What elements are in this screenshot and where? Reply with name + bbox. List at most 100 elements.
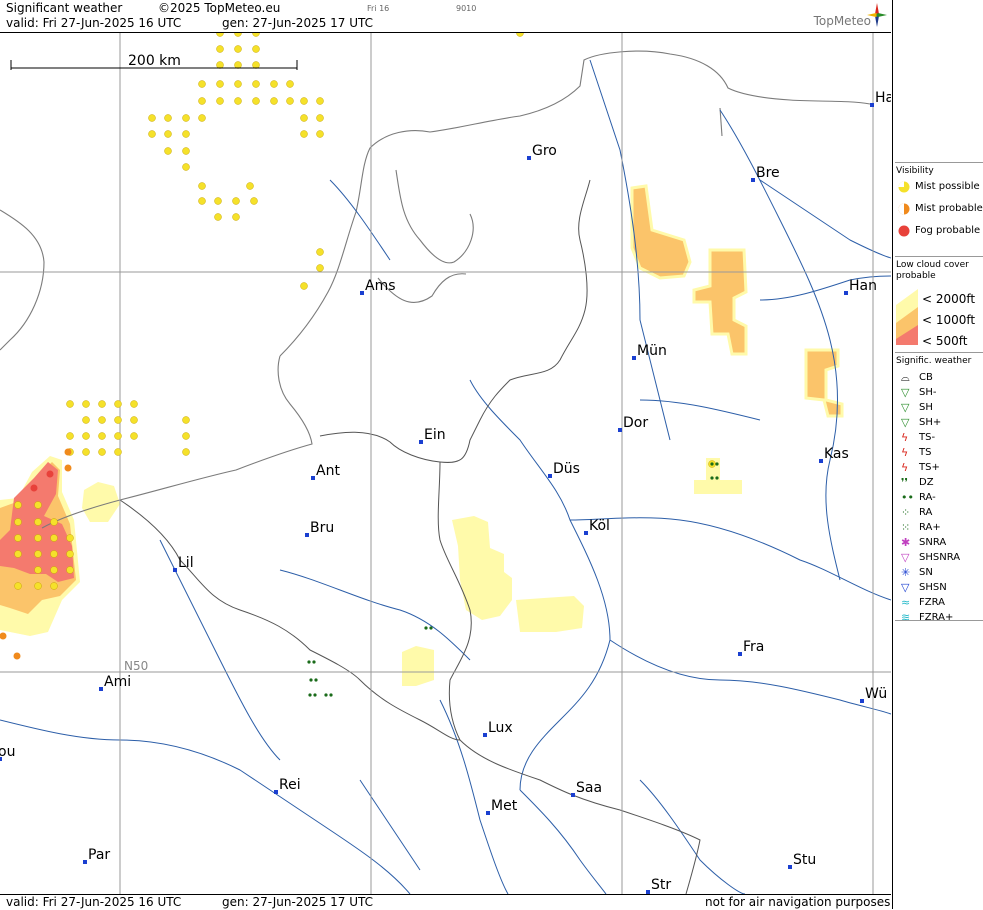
city-marker: ou bbox=[0, 744, 15, 761]
legend-item-weather: ϟ TS+ bbox=[901, 461, 940, 474]
visibility-legend-title: Visibility bbox=[896, 166, 934, 176]
mist-dot bbox=[234, 97, 242, 105]
graticule bbox=[0, 33, 891, 894]
mist-dot bbox=[516, 33, 524, 37]
city-marker: Par bbox=[83, 847, 110, 864]
city-dot bbox=[173, 568, 177, 572]
mist-dot bbox=[82, 416, 90, 424]
map-canvas: N50 200 km Gro Bre Ha Ams Han Mün Dor Ein Ant Düs… bbox=[0, 33, 891, 894]
map-footer: valid: Fri 27-Jun-2025 16 UTC gen: 27-Ju… bbox=[0, 894, 891, 910]
mist-dot bbox=[252, 33, 260, 37]
weather-map[interactable]: N50 200 km Gro Bre Ha Ams Han Mün Dor Ein Ant Düs… bbox=[0, 33, 891, 894]
mist-possible-icon bbox=[898, 181, 910, 193]
city-marker: Wü bbox=[860, 686, 887, 703]
mist-dot bbox=[34, 534, 42, 542]
frame-label: Fri 16 bbox=[367, 4, 390, 13]
compass-logo-icon bbox=[867, 3, 887, 27]
legend-item-mist-probable: Mist probable bbox=[895, 201, 983, 217]
mist-dot bbox=[198, 197, 206, 205]
mist-dot bbox=[130, 416, 138, 424]
mist-dot bbox=[182, 130, 190, 138]
city-label: Wü bbox=[865, 686, 887, 702]
city-dot bbox=[311, 476, 315, 480]
mist-dot bbox=[34, 550, 42, 558]
city-label: Stu bbox=[793, 852, 816, 868]
city-dot bbox=[819, 459, 823, 463]
mist-dot bbox=[50, 518, 58, 526]
mist-dot bbox=[114, 432, 122, 440]
freezing-rain-icon: ≈ bbox=[901, 596, 911, 609]
city-label: Fra bbox=[743, 639, 764, 655]
legend-item-weather: ⁘ RA bbox=[901, 506, 933, 519]
cb-icon: ⌓ bbox=[901, 371, 910, 384]
mist-dot bbox=[216, 97, 224, 105]
city-dot bbox=[419, 440, 423, 444]
mist-dot bbox=[182, 432, 190, 440]
mist-dot bbox=[130, 432, 138, 440]
city-label: Ami bbox=[104, 674, 131, 690]
city-label: Köl bbox=[589, 518, 610, 534]
city-dot bbox=[99, 687, 103, 691]
mist-dot bbox=[252, 61, 260, 69]
mist-dot bbox=[164, 147, 172, 155]
footer-generated-time: gen: 27-Jun-2025 17 UTC bbox=[222, 895, 374, 909]
thunder-heavy-icon: ϟ bbox=[901, 461, 909, 474]
city-marker: Gro bbox=[527, 143, 557, 160]
mist-dot bbox=[50, 534, 58, 542]
mist-dot bbox=[198, 97, 206, 105]
city-marker: Dor bbox=[618, 415, 648, 432]
city-dot bbox=[584, 531, 588, 535]
mist-dot bbox=[270, 80, 278, 88]
city-dot bbox=[483, 733, 487, 737]
mist-dot bbox=[182, 416, 190, 424]
legend-item-weather: ❜❜ DZ bbox=[901, 476, 934, 489]
mist-dot bbox=[316, 114, 324, 122]
mist-dot bbox=[14, 550, 22, 558]
city-marker: Met bbox=[486, 798, 518, 815]
drizzle-icon: ❜❜ bbox=[901, 476, 909, 489]
mist-dot bbox=[14, 501, 22, 509]
city-marker: Bre bbox=[751, 165, 780, 182]
city-dot bbox=[860, 699, 864, 703]
city-marker: Ams bbox=[360, 278, 396, 295]
city-dot bbox=[788, 865, 792, 869]
city-label: Ams bbox=[365, 278, 396, 294]
mist-dot bbox=[198, 114, 206, 122]
city-label: Lux bbox=[488, 720, 513, 736]
mist-dot bbox=[300, 282, 308, 290]
mist-dot bbox=[216, 61, 224, 69]
mist-dot bbox=[198, 80, 206, 88]
mist-dot bbox=[300, 114, 308, 122]
map-header: Significant weather ©2025 TopMeteo.eu Fr… bbox=[0, 0, 891, 33]
city-marker: Rei bbox=[274, 777, 301, 794]
valid-time: valid: Fri 27-Jun-2025 16 UTC bbox=[6, 16, 182, 30]
legend-item-weather: ≋ FZRA+ bbox=[901, 611, 954, 624]
visibility-legend: Visibility Mist possible Mist probable F… bbox=[895, 162, 983, 239]
city-dot bbox=[486, 811, 490, 815]
weather-legend: Signific. weather ⌓ CB ▽ SH- ▽ SH ▽ SH+ ϟ TS-ϟ TS ϟ… bbox=[895, 352, 983, 625]
mist-dot bbox=[114, 400, 122, 408]
legend-item-weather: ▽ SH bbox=[901, 401, 933, 414]
mist-dot bbox=[214, 213, 222, 221]
shower-heavy-icon: ▽ bbox=[901, 416, 910, 429]
frame-code: 9010 bbox=[456, 4, 477, 13]
legend-item-weather: •• RA- bbox=[901, 491, 936, 504]
mist-dot bbox=[82, 448, 90, 456]
sleet-shower-icon: ▽ bbox=[901, 551, 910, 564]
legend-divider bbox=[895, 620, 983, 621]
mist-dot bbox=[82, 432, 90, 440]
mist-dot bbox=[216, 80, 224, 88]
mist-dot bbox=[252, 45, 260, 53]
mist-dot bbox=[130, 400, 138, 408]
scale-bar-label: 200 km bbox=[128, 53, 181, 69]
legend-item-weather: ⁙ RA+ bbox=[901, 521, 941, 534]
city-dot bbox=[571, 793, 575, 797]
legend-item-weather: ϟ TS bbox=[901, 446, 932, 459]
city-dot bbox=[618, 428, 622, 432]
legend-item-weather: ✳ SN bbox=[901, 566, 933, 579]
mist-probable-icon bbox=[898, 203, 910, 215]
city-marker: Kas bbox=[819, 446, 849, 463]
mist-dot bbox=[316, 264, 324, 272]
city-dot bbox=[751, 178, 755, 182]
mist-dot bbox=[316, 248, 324, 256]
